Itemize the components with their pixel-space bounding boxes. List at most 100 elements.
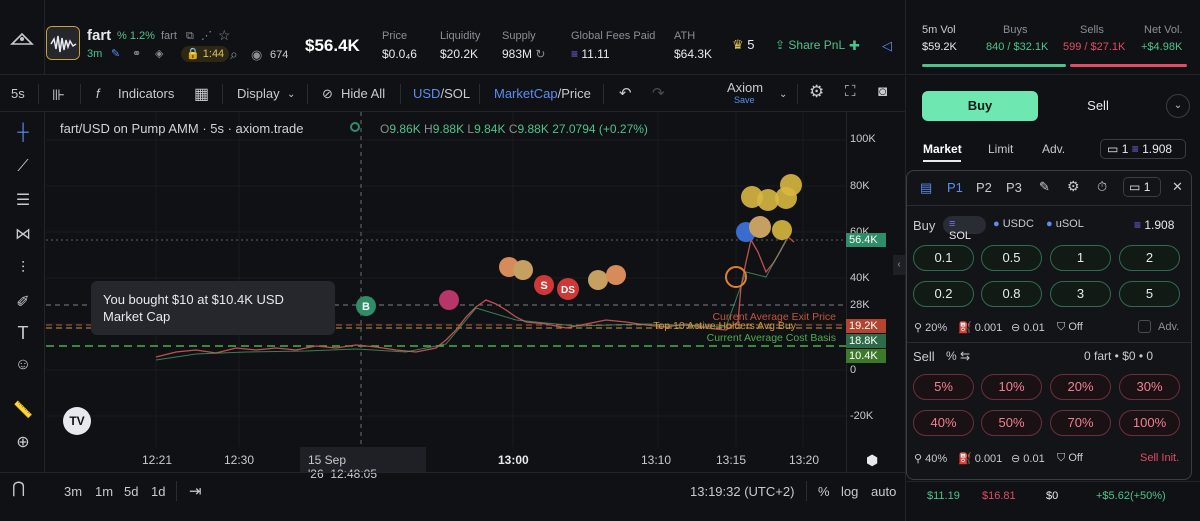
- currency-toggle[interactable]: USD/SOL: [413, 86, 470, 101]
- settings-gear-icon[interactable]: ⚙: [809, 82, 824, 102]
- fullscreen-icon[interactable]: ⛶: [845, 83, 856, 100]
- sell-percent-button[interactable]: 50%: [981, 410, 1042, 436]
- close-icon[interactable]: ✕: [1172, 179, 1183, 195]
- percent-toggle[interactable]: %: [818, 484, 830, 499]
- buy-amount-button[interactable]: 5: [1119, 281, 1180, 307]
- menu-strip[interactable]: [0, 0, 45, 75]
- ruler-icon[interactable]: 📏: [12, 400, 34, 422]
- pen-icon[interactable]: ✎: [111, 47, 120, 60]
- preset-wallet-selector[interactable]: ▭ 1: [1123, 177, 1161, 197]
- crown-badge[interactable]: ♛ 5: [732, 37, 755, 53]
- sell-percent-button[interactable]: 40%: [913, 410, 974, 436]
- buy-amount-button[interactable]: 3: [1050, 281, 1111, 307]
- settings-gear-icon[interactable]: ⚙: [1067, 178, 1080, 195]
- trader-avatar[interactable]: [772, 220, 792, 240]
- wallet-selector[interactable]: ▭ 1 ≡ 1.908: [1100, 139, 1186, 159]
- sell-priority-fee-setting[interactable]: ⛽ 0.001: [958, 452, 1002, 465]
- panel-collapse-icon[interactable]: ‹: [893, 255, 905, 275]
- currency-sol[interactable]: /SOL: [440, 86, 470, 101]
- token-option-sol[interactable]: ≡ SOL: [943, 216, 986, 242]
- layout-name[interactable]: Axiom: [727, 80, 763, 95]
- prediction-icon[interactable]: ⫶: [12, 258, 34, 280]
- token-symbol[interactable]: fart: [161, 30, 177, 42]
- buy-amount-button[interactable]: 0.2: [913, 281, 974, 307]
- priority-fee-setting[interactable]: ⛽ 0.001: [958, 321, 1002, 334]
- candle-type-icon[interactable]: ⊪: [52, 86, 65, 104]
- sell-percent-button[interactable]: 20%: [1050, 374, 1111, 400]
- trader-avatar[interactable]: [513, 260, 533, 280]
- mev-setting[interactable]: ⛉ Off: [1057, 321, 1083, 334]
- sell-tab-button[interactable]: Sell: [1040, 91, 1156, 121]
- text-tool-icon[interactable]: T: [12, 322, 34, 344]
- trader-avatar[interactable]: [439, 290, 459, 310]
- currency-usd[interactable]: USD: [413, 86, 440, 101]
- share-icon[interactable]: ⋰: [201, 29, 212, 42]
- sell-bribe-setting[interactable]: ⊖ 0.01: [1011, 452, 1045, 465]
- sell-mode-toggle[interactable]: % ⇆: [946, 349, 970, 363]
- crew-icon[interactable]: [10, 30, 34, 46]
- buy-amount-button[interactable]: 1: [1050, 245, 1111, 271]
- trendline-icon[interactable]: ⟋: [12, 156, 34, 178]
- star-icon[interactable]: ☆: [218, 27, 231, 44]
- buy-amount-button[interactable]: 0.8: [981, 281, 1042, 307]
- sell-percent-button[interactable]: 70%: [1050, 410, 1111, 436]
- redo-icon[interactable]: ↷: [652, 84, 665, 102]
- preset-p3[interactable]: P3: [1006, 180, 1022, 195]
- clock-readout[interactable]: 13:19:32 (UTC+2): [690, 484, 794, 499]
- pattern-icon[interactable]: ⋈: [12, 224, 34, 246]
- tab-limit[interactable]: Limit: [988, 142, 1013, 156]
- indicators-button[interactable]: Indicators: [118, 86, 174, 101]
- brush-icon[interactable]: ✐: [12, 292, 34, 314]
- buy-tab-button[interactable]: Buy: [922, 91, 1038, 121]
- link-icon[interactable]: ⚭: [132, 47, 141, 60]
- mode-marketcap[interactable]: MarketCap: [494, 86, 558, 101]
- timer-icon[interactable]: ⏱: [1097, 179, 1107, 195]
- preset-p1[interactable]: P1: [947, 180, 963, 195]
- layout-save[interactable]: Save: [734, 95, 755, 105]
- display-button[interactable]: Display: [237, 86, 280, 101]
- share-pnl-button[interactable]: ⇪ Share PnL: [775, 38, 845, 52]
- emoji-icon[interactable]: ☺: [12, 354, 34, 376]
- zoom-in-icon[interactable]: ⊕: [12, 432, 34, 454]
- axis-settings-icon[interactable]: ⬢: [866, 452, 878, 469]
- mode-toggle[interactable]: MarketCap/Price: [494, 86, 591, 101]
- sell-mev-setting[interactable]: ⛉ Off: [1057, 452, 1083, 465]
- keyboard-icon[interactable]: ▤: [920, 180, 932, 196]
- auto-toggle[interactable]: auto: [871, 484, 896, 499]
- trader-avatar[interactable]: [588, 270, 608, 290]
- trader-avatar[interactable]: [780, 174, 802, 196]
- eye-off-icon[interactable]: ⊘: [322, 86, 333, 102]
- token-option-usol[interactable]: ● uSOL: [1046, 218, 1084, 230]
- pin-icon[interactable]: ✚: [849, 38, 860, 54]
- pill-icon[interactable]: ◈: [155, 47, 163, 60]
- range-5d[interactable]: 5d: [124, 484, 138, 499]
- layout-grid-icon[interactable]: ▦: [194, 84, 209, 104]
- copy-icon[interactable]: ⧉: [186, 30, 194, 43]
- bribe-setting[interactable]: ⊖ 0.01: [1011, 321, 1045, 334]
- advanced-checkbox[interactable]: [1138, 320, 1151, 333]
- preset-p2[interactable]: P2: [976, 180, 992, 195]
- sell-percent-button[interactable]: 100%: [1119, 410, 1180, 436]
- sell-percent-button[interactable]: 5%: [913, 374, 974, 400]
- sell-percent-button[interactable]: 10%: [981, 374, 1042, 400]
- tab-advanced[interactable]: Adv.: [1042, 142, 1065, 156]
- log-toggle[interactable]: log: [841, 484, 858, 499]
- token-avatar[interactable]: [46, 26, 80, 60]
- token-option-usdc[interactable]: ● USDC: [993, 218, 1034, 230]
- buy-amount-button[interactable]: 2: [1119, 245, 1180, 271]
- megaphone-icon[interactable]: ◁: [882, 38, 892, 54]
- chevron-down-icon[interactable]: ⌄: [287, 89, 295, 100]
- range-1m[interactable]: 1m: [95, 484, 113, 499]
- trader-avatar[interactable]: [606, 265, 626, 285]
- edit-icon[interactable]: ✎: [1039, 179, 1050, 195]
- mode-price[interactable]: /Price: [558, 86, 591, 101]
- sell-slippage-setting[interactable]: ⚲ 40%: [914, 452, 947, 465]
- tradingview-logo-icon[interactable]: TV: [63, 407, 91, 435]
- fib-icon[interactable]: ☰: [12, 190, 34, 212]
- trader-avatar[interactable]: [749, 216, 771, 238]
- buy-amount-button[interactable]: 0.1: [913, 245, 974, 271]
- range-1d[interactable]: 1d: [151, 484, 165, 499]
- sell-init-button[interactable]: Sell Init.: [1140, 452, 1179, 464]
- range-3m[interactable]: 3m: [64, 484, 82, 499]
- undo-icon[interactable]: ↶: [619, 84, 632, 102]
